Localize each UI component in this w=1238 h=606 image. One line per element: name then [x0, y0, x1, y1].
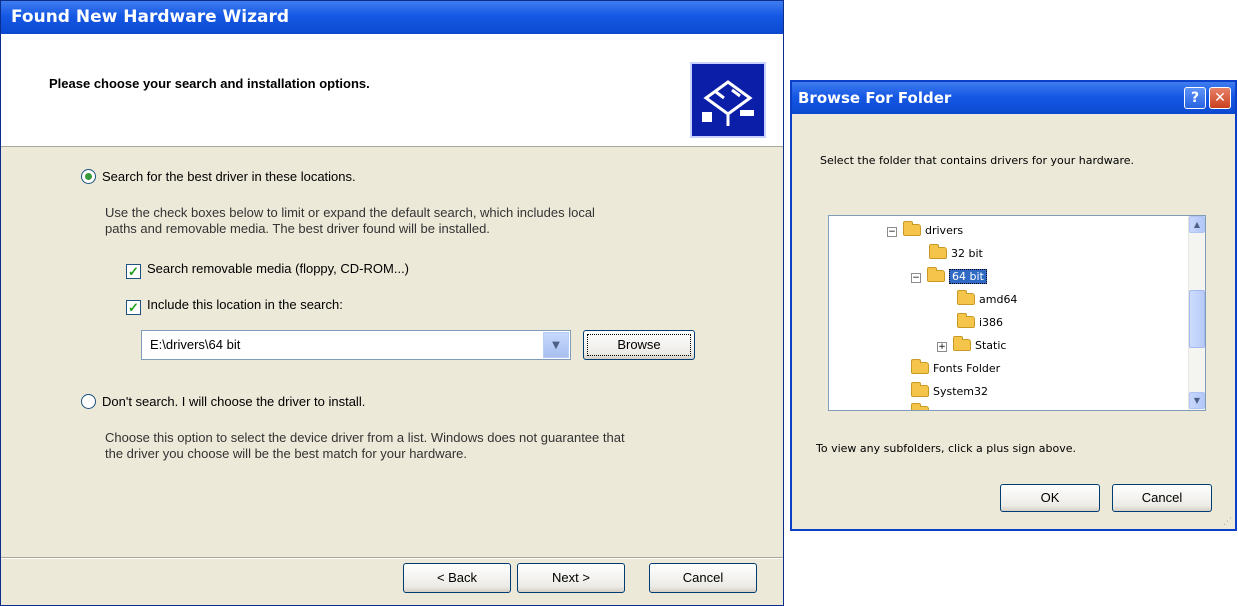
tree-item-label: i386	[979, 316, 1004, 329]
tree-item-label: 32 bit	[951, 247, 983, 260]
folder-icon	[911, 382, 929, 397]
dont-search-option-radio[interactable]: Don't search. I will choose the driver t…	[81, 394, 365, 409]
location-value[interactable]: E:\drivers\64 bit	[150, 337, 240, 352]
help-icon[interactable]: ?	[1184, 87, 1206, 109]
back-button-label: < Back	[436, 570, 478, 585]
wizard-title: Found New Hardware Wizard	[11, 7, 290, 27]
removable-media-checkbox[interactable]: ✓ Search removable media (floppy, CD-ROM.…	[126, 261, 409, 279]
wizard-heading: Please choose your search and installati…	[49, 76, 370, 91]
folder-icon	[957, 313, 975, 328]
tree-item-drivers[interactable]: − drivers	[887, 221, 964, 240]
include-location-checkbox[interactable]: ✓ Include this location in the search:	[126, 297, 343, 315]
tree-item-system32[interactable]: System32	[911, 382, 989, 401]
scroll-down-icon[interactable]: ▼	[1189, 392, 1205, 409]
tree-scrollbar[interactable]: ▲ ▼	[1188, 216, 1205, 410]
folder-tree[interactable]: − drivers 32 bit − 64 bit amd64 i386 + Stat…	[828, 215, 1206, 411]
tree-item-label-selected: 64 bit	[949, 269, 987, 284]
search-description-line: paths and removable media. The best driv…	[105, 221, 490, 236]
search-option-radio-button[interactable]	[81, 169, 96, 184]
browse-button-label: Browse	[617, 337, 661, 352]
browse-cancel-button-label: Cancel	[1141, 490, 1183, 505]
folder-icon	[911, 403, 929, 410]
collapse-icon[interactable]: −	[911, 273, 921, 283]
ok-button-label: OK	[1040, 490, 1060, 505]
tree-item-label: amd64	[979, 293, 1018, 306]
hardware-wizard-icon	[690, 62, 766, 138]
folder-icon	[911, 359, 929, 374]
browse-button[interactable]: Browse	[583, 330, 695, 360]
location-combobox[interactable]: E:\drivers\64 bit ▼	[141, 330, 571, 360]
folder-icon	[953, 336, 971, 351]
search-option-description: Use the check boxes below to limit or ex…	[105, 205, 595, 237]
next-button[interactable]: Next >	[517, 563, 625, 593]
browse-title: Browse For Folder	[798, 89, 952, 107]
tree-item-amd64[interactable]: amd64	[957, 290, 1018, 309]
cancel-button[interactable]: Cancel	[649, 563, 757, 593]
browse-for-folder-dialog: Browse For Folder ? ✕ Select the folder …	[790, 80, 1237, 531]
folder-open-icon	[927, 267, 945, 282]
scroll-thumb[interactable]	[1189, 290, 1205, 348]
browse-instruction: Select the folder that contains drivers …	[820, 154, 1135, 167]
browse-titlebar[interactable]: Browse For Folder	[792, 82, 1235, 114]
search-option-label: Search for the best driver in these loca…	[102, 169, 356, 184]
hardware-wizard-window: Found New Hardware Wizard Please choose …	[0, 0, 784, 606]
tree-item-partial	[911, 403, 933, 410]
collapse-icon[interactable]: −	[887, 227, 897, 237]
dont-search-radio-button[interactable]	[81, 394, 96, 409]
tree-item-32bit[interactable]: 32 bit	[929, 244, 983, 263]
dont-search-label: Don't search. I will choose the driver t…	[102, 394, 366, 409]
tree-item-label: System32	[933, 385, 989, 398]
back-button[interactable]: < Back	[403, 563, 511, 593]
tree-item-fonts-folder[interactable]: Fonts Folder	[911, 359, 1001, 378]
footer-divider	[1, 557, 783, 559]
next-button-label: Next >	[552, 570, 590, 585]
search-option-radio[interactable]: Search for the best driver in these loca…	[81, 169, 356, 184]
tree-item-label: Static	[975, 339, 1007, 352]
dont-search-description: Choose this option to select the device …	[105, 430, 625, 462]
folder-icon	[903, 221, 921, 236]
dont-search-description-line: the driver you choose will be the best m…	[105, 446, 468, 461]
folder-icon	[929, 244, 947, 259]
chevron-down-icon[interactable]: ▼	[543, 332, 569, 358]
scroll-up-icon[interactable]: ▲	[1189, 216, 1205, 233]
cancel-button-label: Cancel	[682, 570, 724, 585]
tree-item-label: drivers	[925, 224, 964, 237]
removable-media-check-icon[interactable]: ✓	[126, 264, 141, 279]
browse-hint: To view any subfolders, click a plus sig…	[816, 442, 1076, 455]
include-location-label: Include this location in the search:	[147, 297, 343, 312]
browse-cancel-button[interactable]: Cancel	[1112, 484, 1212, 512]
tree-item-64bit[interactable]: − 64 bit	[911, 267, 987, 286]
expand-icon[interactable]: +	[937, 342, 947, 352]
tree-item-static[interactable]: + Static	[937, 336, 1007, 355]
resize-grip-icon[interactable]: ⋰	[1223, 517, 1233, 527]
folder-icon	[957, 290, 975, 305]
wizard-titlebar[interactable]: Found New Hardware Wizard	[1, 1, 783, 34]
dont-search-description-line: Choose this option to select the device …	[105, 430, 625, 445]
tree-item-label: Fonts Folder	[933, 362, 1001, 375]
search-description-line: Use the check boxes below to limit or ex…	[105, 205, 595, 220]
ok-button[interactable]: OK	[1000, 484, 1100, 512]
wizard-header: Please choose your search and installati…	[1, 34, 783, 147]
close-icon[interactable]: ✕	[1209, 87, 1231, 109]
include-location-check-icon[interactable]: ✓	[126, 300, 141, 315]
removable-media-label: Search removable media (floppy, CD-ROM..…	[147, 261, 410, 276]
tree-item-i386[interactable]: i386	[957, 313, 1004, 332]
